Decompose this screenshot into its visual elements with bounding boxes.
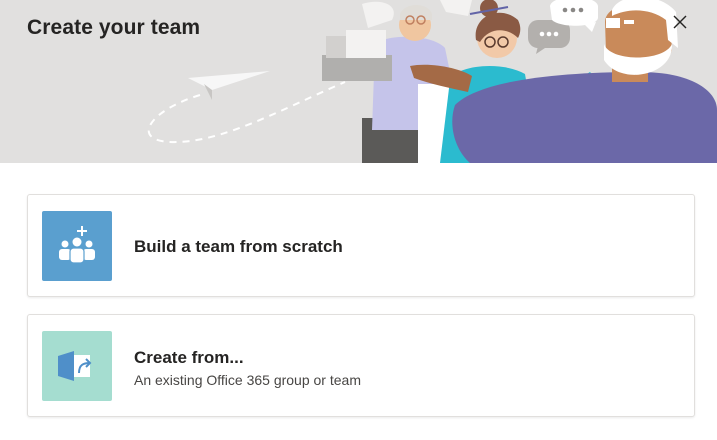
close-icon xyxy=(673,15,687,29)
option-title: Build a team from scratch xyxy=(134,237,343,256)
build-from-scratch-option[interactable]: Build a team from scratch xyxy=(27,194,695,297)
add-team-icon xyxy=(59,226,95,264)
add-team-tile xyxy=(42,211,112,281)
option-subtitle: An existing Office 365 group or team xyxy=(134,372,361,388)
dialog-title: Create your team xyxy=(27,16,201,39)
dialog-header: Create your team xyxy=(0,0,717,163)
chat-bubble-icon xyxy=(528,0,598,54)
import-group-icon xyxy=(58,351,92,381)
import-group-tile xyxy=(42,331,112,401)
paper-plane-icon xyxy=(147,71,346,144)
create-from-existing-option[interactable]: Create from... An existing Office 365 gr… xyxy=(27,314,695,417)
close-button[interactable] xyxy=(672,14,700,42)
option-title: Create from... xyxy=(134,348,244,367)
